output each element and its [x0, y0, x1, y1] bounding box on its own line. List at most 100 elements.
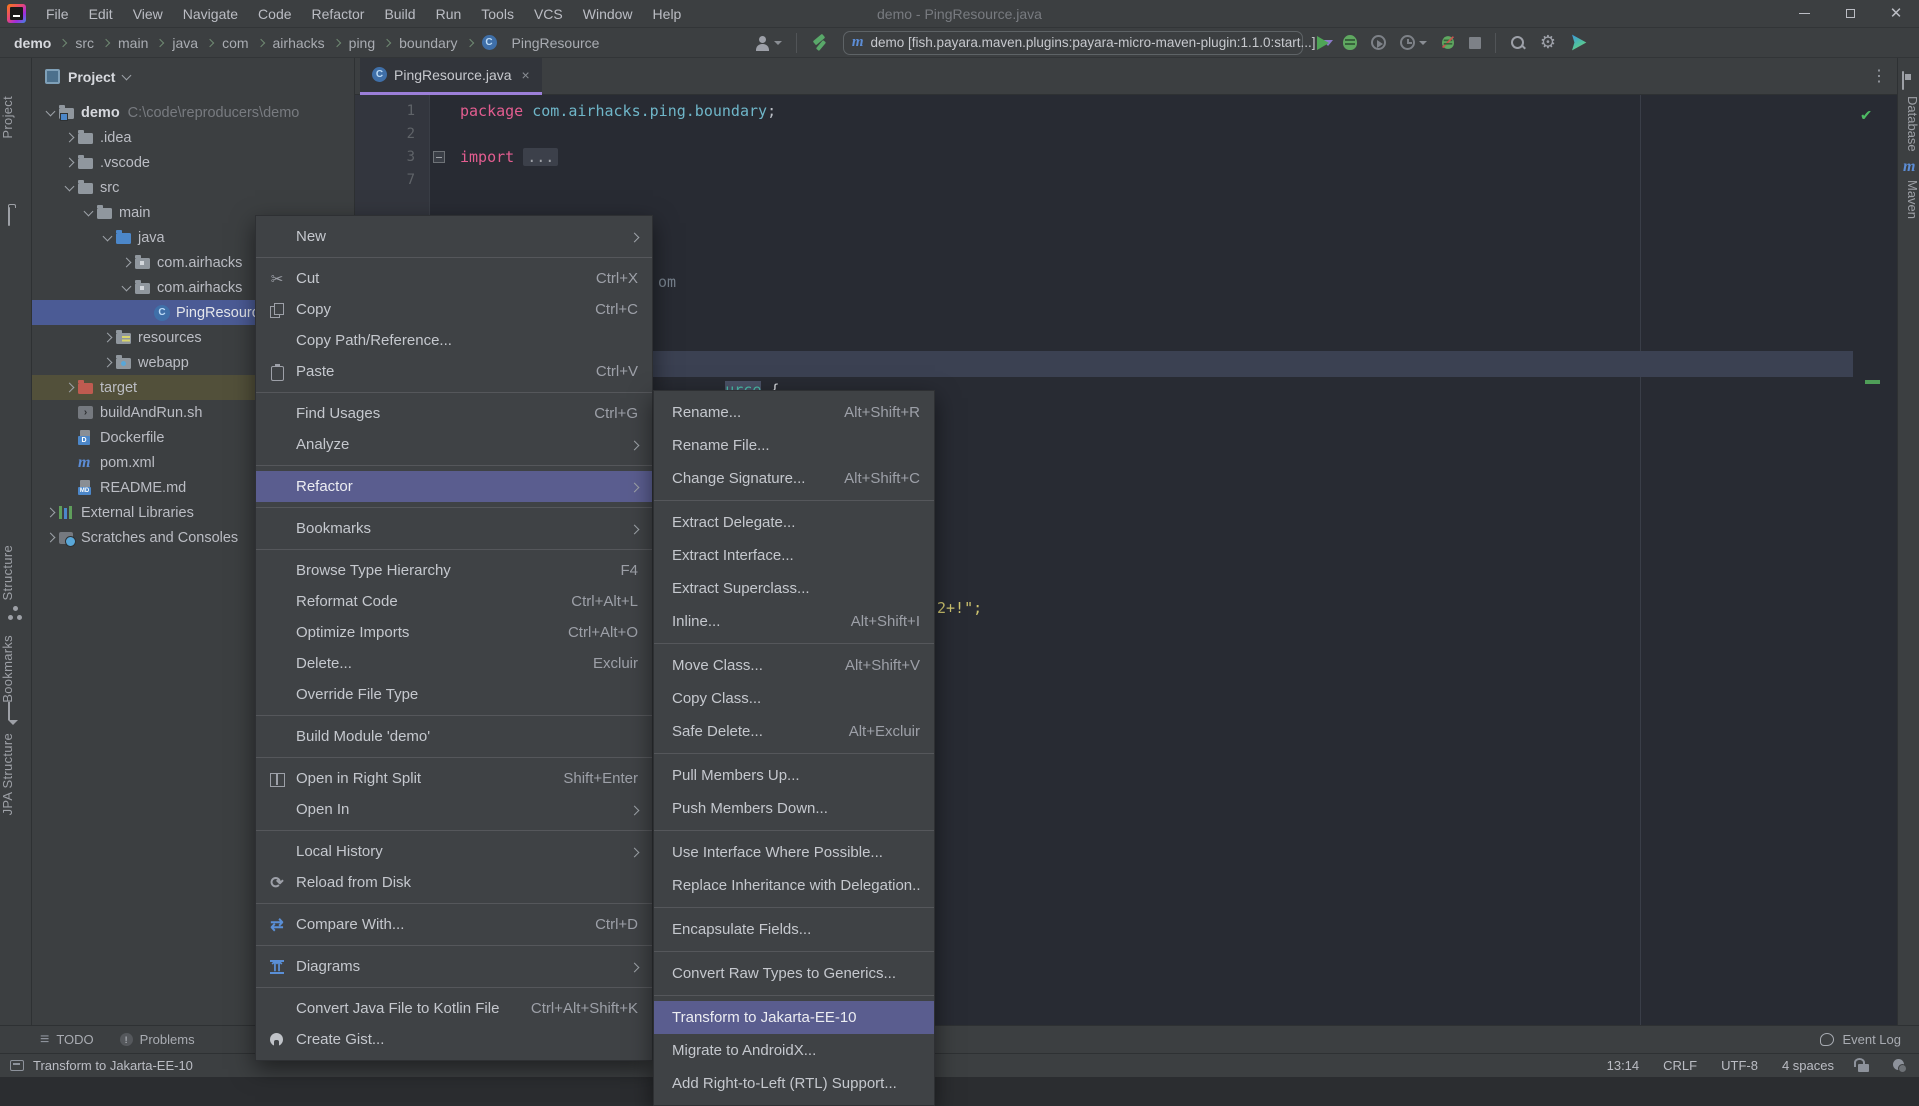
tree-item-idea[interactable]: .idea — [32, 125, 354, 150]
submenu-item-move-class[interactable]: Move Class...Alt+Shift+V — [654, 649, 934, 682]
menu-run[interactable]: Run — [426, 0, 472, 28]
breadcrumb-item-demo[interactable]: demo — [14, 35, 51, 51]
submenu-item-encapsulate-fields[interactable]: Encapsulate Fields... — [654, 913, 934, 946]
submenu-item-transform-to-jakarta-ee-10[interactable]: Transform to Jakarta-EE-10 — [654, 1001, 934, 1034]
menu-window[interactable]: Window — [573, 0, 643, 28]
menu-item-find-usages[interactable]: Find UsagesCtrl+G — [256, 398, 652, 429]
tab-pingresource-java[interactable]: C PingResource.java × — [360, 58, 542, 95]
menu-edit[interactable]: Edit — [79, 0, 123, 28]
breadcrumb-item-main[interactable]: main — [118, 35, 148, 51]
menu-item-reformat-code[interactable]: Reformat CodeCtrl+Alt+L — [256, 586, 652, 617]
menu-item-build-module-demo[interactable]: Build Module 'demo' — [256, 721, 652, 752]
menu-view[interactable]: View — [123, 0, 173, 28]
menu-item-local-history[interactable]: Local History — [256, 836, 652, 867]
menu-item-diagrams[interactable]: Diagrams — [256, 951, 652, 982]
submenu-item-pull-members-up[interactable]: Pull Members Up... — [654, 759, 934, 792]
menu-item-copy-path-reference[interactable]: Copy Path/Reference... — [256, 325, 652, 356]
chevron-expanded-icon[interactable] — [80, 211, 97, 215]
menu-vcs[interactable]: VCS — [524, 0, 573, 28]
submenu-item-use-interface-where-possible[interactable]: Use Interface Where Possible... — [654, 836, 934, 869]
menu-file[interactable]: File — [36, 0, 79, 28]
more-options-icon[interactable]: ⋮ — [1871, 66, 1887, 86]
tool-window-button-maven[interactable]: Maven — [1898, 180, 1919, 219]
chevron-collapsed-icon[interactable] — [61, 384, 78, 391]
tree-item-vscode[interactable]: .vscode — [32, 150, 354, 175]
run-with-coverage-icon[interactable] — [1371, 35, 1386, 50]
submenu-item-replace-inheritance-with-delegation[interactable]: Replace Inheritance with Delegation... — [654, 869, 934, 902]
submenu-item-convert-raw-types-to-generics[interactable]: Convert Raw Types to Generics... — [654, 957, 934, 990]
submenu-item-push-members-down[interactable]: Push Members Down... — [654, 792, 934, 825]
breadcrumb-item-pingresource[interactable]: PingResource — [512, 35, 600, 51]
submenu-item-add-right-to-left-rtl-support[interactable]: Add Right-to-Left (RTL) Support... — [654, 1067, 934, 1100]
tool-window-button-database[interactable]: Database — [1898, 96, 1919, 152]
unlock-icon[interactable] — [1858, 1064, 1869, 1072]
chevron-collapsed-icon[interactable] — [42, 509, 59, 516]
inspection-ok-icon[interactable]: ✔ — [1861, 105, 1871, 125]
minimize-button[interactable] — [1781, 0, 1827, 27]
payara-logo-icon[interactable] — [1570, 34, 1587, 51]
attach-debugger-icon[interactable] — [1442, 36, 1454, 49]
menu-item-bookmarks[interactable]: Bookmarks — [256, 513, 652, 544]
maven-icon[interactable]: m — [1903, 158, 1919, 174]
menu-item-new[interactable]: New — [256, 221, 652, 252]
profiler-button[interactable] — [1400, 35, 1427, 50]
submenu-item-migrate-to-androidx[interactable]: Migrate to AndroidX... — [654, 1034, 934, 1067]
chevron-expanded-icon[interactable] — [118, 286, 135, 290]
tool-window-button-structure[interactable]: Structure — [0, 545, 32, 600]
menu-item-browse-type-hierarchy[interactable]: Browse Type HierarchyF4 — [256, 555, 652, 586]
menu-item-create-gist[interactable]: Create Gist... — [256, 1024, 652, 1055]
tool-window-button-jpa-structure[interactable]: JPA Structure — [0, 733, 32, 815]
status-item-13-14[interactable]: 13:14 — [1607, 1058, 1640, 1073]
chevron-collapsed-icon[interactable] — [61, 159, 78, 166]
build-hammer-icon[interactable] — [811, 34, 829, 52]
tool-window-button-project[interactable]: Project — [0, 96, 32, 139]
submenu-item-change-signature[interactable]: Change Signature...Alt+Shift+C — [654, 462, 934, 495]
settings-gear-icon[interactable] — [1540, 34, 1556, 51]
menu-tools[interactable]: Tools — [471, 0, 524, 28]
status-item-4-spaces[interactable]: 4 spaces — [1782, 1058, 1834, 1073]
menu-item-paste[interactable]: PasteCtrl+V — [256, 356, 652, 387]
maximize-button[interactable] — [1827, 0, 1873, 27]
breadcrumb-item-ping[interactable]: ping — [349, 35, 375, 51]
submenu-item-extract-superclass[interactable]: Extract Superclass... — [654, 572, 934, 605]
breadcrumb-item-boundary[interactable]: boundary — [399, 35, 457, 51]
menu-item-copy[interactable]: CopyCtrl+C — [256, 294, 652, 325]
menu-item-refactor[interactable]: Refactor — [256, 471, 652, 502]
breadcrumb-item-java[interactable]: java — [172, 35, 198, 51]
debug-bug-icon[interactable] — [1343, 35, 1357, 50]
menu-navigate[interactable]: Navigate — [173, 0, 248, 28]
submenu-item-rename-file[interactable]: Rename File... — [654, 429, 934, 462]
submenu-item-inline[interactable]: Inline...Alt+Shift+I — [654, 605, 934, 638]
menu-item-override-file-type[interactable]: Override File Type — [256, 679, 652, 710]
menu-item-open-in-right-split[interactable]: Open in Right SplitShift+Enter — [256, 763, 652, 794]
user-dropdown-button[interactable] — [754, 35, 782, 51]
breadcrumb-item-com[interactable]: com — [222, 35, 248, 51]
breadcrumb-item-src[interactable]: src — [75, 35, 94, 51]
tool-window-button-problems[interactable]: !Problems — [120, 1032, 195, 1047]
bookmark-icon[interactable] — [8, 703, 24, 719]
close-tab-icon[interactable]: × — [522, 67, 530, 83]
chevron-expanded-icon[interactable] — [42, 111, 59, 115]
status-item-crlf[interactable]: CRLF — [1663, 1058, 1697, 1073]
menu-item-compare-with[interactable]: Compare With...Ctrl+D — [256, 909, 652, 940]
submenu-item-safe-delete[interactable]: Safe Delete...Alt+Excluir — [654, 715, 934, 748]
menu-item-delete[interactable]: Delete...Excluir — [256, 648, 652, 679]
menu-item-cut[interactable]: CutCtrl+X — [256, 263, 652, 294]
fold-marker-icon[interactable] — [433, 151, 445, 163]
structure-icon[interactable] — [8, 606, 24, 622]
chevron-collapsed-icon[interactable] — [118, 259, 135, 266]
layers-icon[interactable] — [1902, 72, 1918, 88]
menu-item-open-in[interactable]: Open In — [256, 794, 652, 825]
submenu-item-rename[interactable]: Rename...Alt+Shift+R — [654, 396, 934, 429]
menu-item-convert-java-file-to-kotlin-file[interactable]: Convert Java File to Kotlin FileCtrl+Alt… — [256, 993, 652, 1024]
chevron-expanded-icon[interactable] — [61, 186, 78, 190]
chevron-collapsed-icon[interactable] — [99, 334, 116, 341]
stop-icon[interactable] — [1469, 37, 1481, 49]
menu-item-optimize-imports[interactable]: Optimize ImportsCtrl+Alt+O — [256, 617, 652, 648]
chevron-collapsed-icon[interactable] — [42, 534, 59, 541]
project-panel-header[interactable]: Project — [32, 58, 354, 95]
event-log-button[interactable]: Event Log — [1820, 1032, 1901, 1047]
menu-build[interactable]: Build — [374, 0, 425, 28]
close-button[interactable]: ✕ — [1873, 0, 1919, 27]
menu-help[interactable]: Help — [643, 0, 692, 28]
